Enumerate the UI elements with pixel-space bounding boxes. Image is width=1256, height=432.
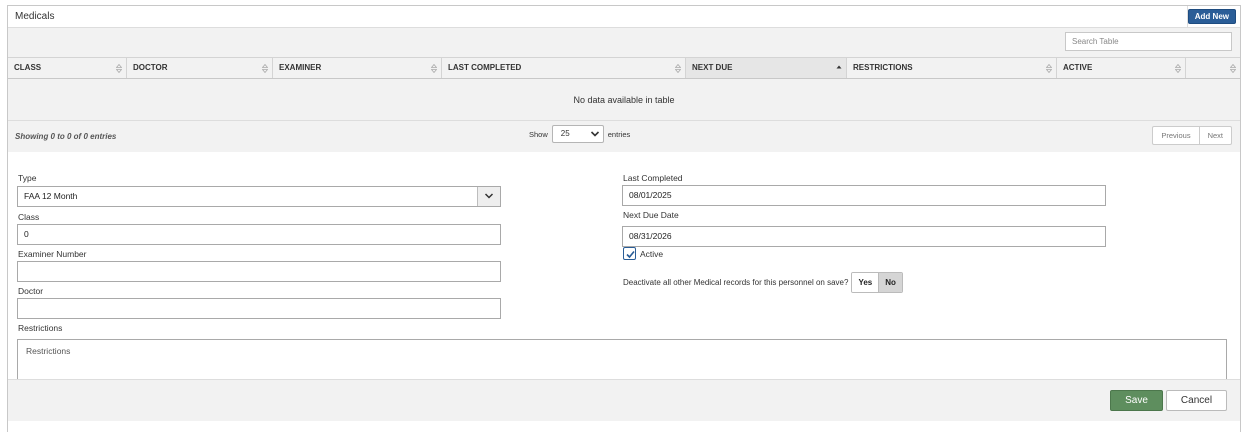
last-completed-field[interactable]: 08/01/2025 — [622, 185, 1106, 206]
col-label: EXAMINER — [279, 63, 322, 72]
next-due-date-field[interactable]: 08/31/2026 — [622, 226, 1106, 247]
col-label: ACTIVE — [1063, 63, 1093, 72]
form-footer: Save Cancel — [8, 379, 1240, 421]
deactivate-others-row: Deactivate all other Medical records for… — [623, 272, 903, 293]
checkmark-icon — [626, 250, 635, 259]
active-label: Active — [640, 248, 664, 259]
next-button[interactable]: Next — [1198, 127, 1231, 144]
sort-both-icon — [431, 64, 437, 73]
table-header: CLASS DOCTOR EXAMINER LAST COMPLETED NEX… — [8, 57, 1240, 79]
medicals-table-zone: CLASS DOCTOR EXAMINER LAST COMPLETED NEX… — [8, 28, 1240, 152]
sort-asc-icon — [836, 65, 842, 69]
sort-both-icon — [1046, 64, 1052, 73]
doctor-field[interactable] — [17, 298, 501, 319]
medicals-panel: Medicals Add New CLASS DOCTOR EXAMINER L… — [7, 5, 1241, 432]
active-checkbox-row: Active — [623, 247, 663, 260]
deactivate-label: Deactivate all other Medical records for… — [623, 278, 849, 287]
previous-button[interactable]: Previous — [1153, 127, 1198, 144]
last-completed-label: Last Completed — [623, 173, 683, 183]
table-empty-row: No data available in table — [8, 79, 1240, 121]
examiner-number-label: Examiner Number — [18, 249, 87, 259]
page-length-select[interactable]: 25 — [551, 125, 604, 143]
col-label: DOCTOR — [133, 63, 168, 72]
col-examiner[interactable]: EXAMINER — [273, 58, 442, 78]
sort-both-icon — [262, 64, 268, 73]
table-info: Showing 0 to 0 of 0 entries — [15, 132, 117, 141]
active-checkbox[interactable] — [623, 247, 636, 260]
panel-title: Medicals — [15, 11, 55, 22]
type-select[interactable]: FAA 12 Month — [17, 186, 501, 207]
restrictions-textarea[interactable]: Restrictions — [17, 339, 1227, 380]
chevron-down-icon — [484, 193, 494, 199]
cancel-button[interactable]: Cancel — [1166, 390, 1227, 411]
col-actions[interactable] — [1186, 58, 1240, 78]
type-label: Type — [18, 173, 37, 183]
length-prefix: Show — [529, 129, 548, 139]
medical-form: Type FAA 12 Month Class 0 Examiner Numbe… — [8, 152, 1240, 380]
restrictions-label: Restrictions — [18, 323, 63, 333]
type-value: FAA 12 Month — [24, 191, 78, 201]
deactivate-toggle: Yes No — [851, 272, 903, 293]
col-label: RESTRICTIONS — [853, 63, 913, 72]
sort-both-icon — [1175, 64, 1181, 73]
class-field[interactable]: 0 — [17, 224, 501, 245]
save-button[interactable]: Save — [1110, 390, 1163, 411]
chevron-down-icon — [590, 131, 599, 137]
col-active[interactable]: ACTIVE — [1057, 58, 1186, 78]
page-length-control: Show 25 entries — [529, 125, 630, 143]
type-select-toggle[interactable] — [477, 187, 500, 206]
col-label: LAST COMPLETED — [448, 63, 522, 72]
col-next-due[interactable]: NEXT DUE — [686, 58, 847, 78]
col-restrictions[interactable]: RESTRICTIONS — [847, 58, 1057, 78]
search-table-input[interactable] — [1065, 32, 1232, 51]
deactivate-yes-button[interactable]: Yes — [852, 273, 879, 292]
examiner-number-field[interactable] — [17, 261, 501, 282]
doctor-label: Doctor — [18, 286, 44, 296]
pagination: Previous Next — [1152, 126, 1232, 145]
col-last-completed[interactable]: LAST COMPLETED — [442, 58, 686, 78]
sort-both-icon — [116, 64, 122, 73]
col-doctor[interactable]: DOCTOR — [127, 58, 273, 78]
next-due-date-label: Next Due Date — [623, 210, 679, 220]
deactivate-no-button[interactable]: No — [878, 273, 902, 292]
length-suffix: entries — [607, 129, 631, 139]
class-label: Class — [18, 212, 40, 222]
add-new-button[interactable]: Add New — [1187, 9, 1236, 24]
panel-header: Medicals Add New — [8, 6, 1240, 28]
col-label: NEXT DUE — [692, 63, 733, 72]
page-length-value: 25 — [560, 129, 570, 138]
col-label: CLASS — [14, 63, 42, 72]
sort-both-icon — [1230, 64, 1236, 73]
sort-both-icon — [675, 64, 681, 73]
col-class[interactable]: CLASS — [8, 58, 127, 78]
